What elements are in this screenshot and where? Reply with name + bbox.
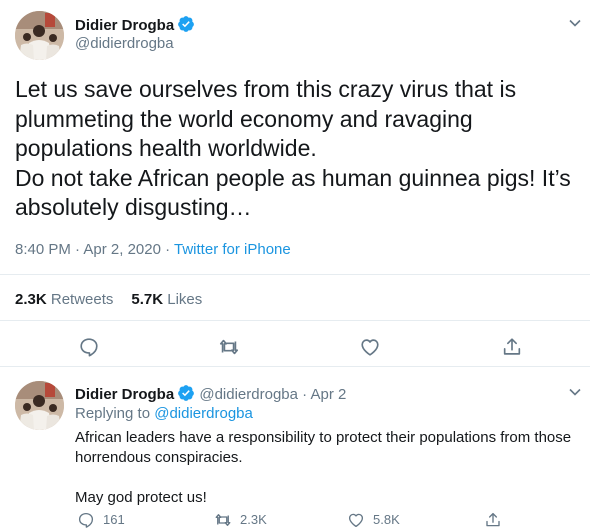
like-icon[interactable]	[359, 336, 381, 363]
tweet-stats: 2.3K Retweets 5.7K Likes	[15, 291, 202, 308]
reply-icon[interactable]	[78, 336, 100, 363]
tweet-text-line: Let us save ourselves from this crazy vi…	[15, 76, 517, 102]
reply-author-handle[interactable]: @didierdrogba	[199, 386, 298, 403]
retweets-count: 2.3K	[15, 291, 47, 308]
author-avatar[interactable]	[15, 11, 64, 60]
likes-stat[interactable]: 5.7K Likes	[131, 291, 202, 308]
tweet-text: Let us save ourselves from this crazy vi…	[15, 75, 580, 223]
verified-badge-icon	[177, 384, 195, 406]
retweet-icon[interactable]	[214, 512, 240, 527]
share-icon[interactable]	[501, 336, 523, 363]
retweet-count: 2.3K	[240, 512, 267, 527]
divider	[0, 320, 590, 321]
chevron-down-icon[interactable]	[568, 16, 582, 35]
meta-separator: ·	[70, 241, 84, 258]
author-name[interactable]: Didier Drogba	[75, 15, 195, 37]
like-action[interactable]: 5.8K	[347, 511, 400, 529]
retweet-action[interactable]: 2.3K	[214, 511, 267, 529]
tweet-text-line: Do not take African people as human guin…	[15, 164, 571, 191]
reply-action[interactable]: 161	[77, 511, 125, 529]
share-icon[interactable]	[484, 512, 510, 527]
reply-date[interactable]: Apr 2	[311, 386, 347, 403]
like-icon[interactable]	[347, 512, 373, 528]
replying-to-handle-link[interactable]: @didierdrogba	[154, 405, 253, 422]
verified-badge-icon	[177, 15, 195, 37]
replying-to-label: Replying to	[75, 405, 151, 422]
reply-author-avatar[interactable]	[15, 381, 64, 430]
author-name-text[interactable]: Didier Drogba	[75, 17, 174, 34]
reply-text-line: African leaders have a responsibility to…	[75, 429, 572, 446]
replying-to: Replying to @didierdrogba	[75, 405, 253, 422]
tweet-text-line: absolutely disgusting…	[15, 194, 252, 220]
chevron-down-icon[interactable]	[568, 385, 582, 404]
likes-label: Likes	[167, 291, 203, 308]
tweet-meta: 8:40 PM · Apr 2, 2020 · Twitter for iPho…	[15, 241, 291, 258]
meta-separator: ·	[160, 241, 175, 258]
tweet-date[interactable]: Apr 2, 2020	[83, 241, 161, 258]
reply-text-line: horrendous conspiracies.	[75, 449, 243, 466]
divider	[0, 366, 590, 367]
tweet-source-link[interactable]: Twitter for iPhone	[174, 241, 291, 258]
tweet-text-line: populations health worldwide.	[15, 135, 317, 161]
reply-text: African leaders have a responsibility to…	[75, 428, 575, 508]
divider	[0, 274, 590, 275]
tweet-text-line: plummeting the world economy and ravagin…	[15, 105, 473, 132]
like-count: 5.8K	[373, 512, 400, 527]
retweet-icon[interactable]	[218, 336, 240, 363]
author-handle[interactable]: @didierdrogba	[75, 35, 174, 52]
reply-author-name[interactable]: Didier Drogba	[75, 386, 174, 403]
tweet-time[interactable]: 8:40 PM	[15, 241, 71, 258]
reply-text-line: May god protect us!	[75, 489, 207, 506]
meta-separator: ·	[297, 386, 311, 403]
reply-header: Didier Drogba @didierdrogba · Apr 2	[75, 384, 346, 406]
reply-icon[interactable]	[77, 512, 103, 528]
likes-count: 5.7K	[131, 291, 164, 308]
share-action[interactable]	[484, 511, 510, 529]
reply-count: 161	[103, 512, 125, 527]
retweets-label: Retweets	[50, 291, 114, 308]
retweets-stat[interactable]: 2.3K Retweets	[15, 291, 113, 308]
